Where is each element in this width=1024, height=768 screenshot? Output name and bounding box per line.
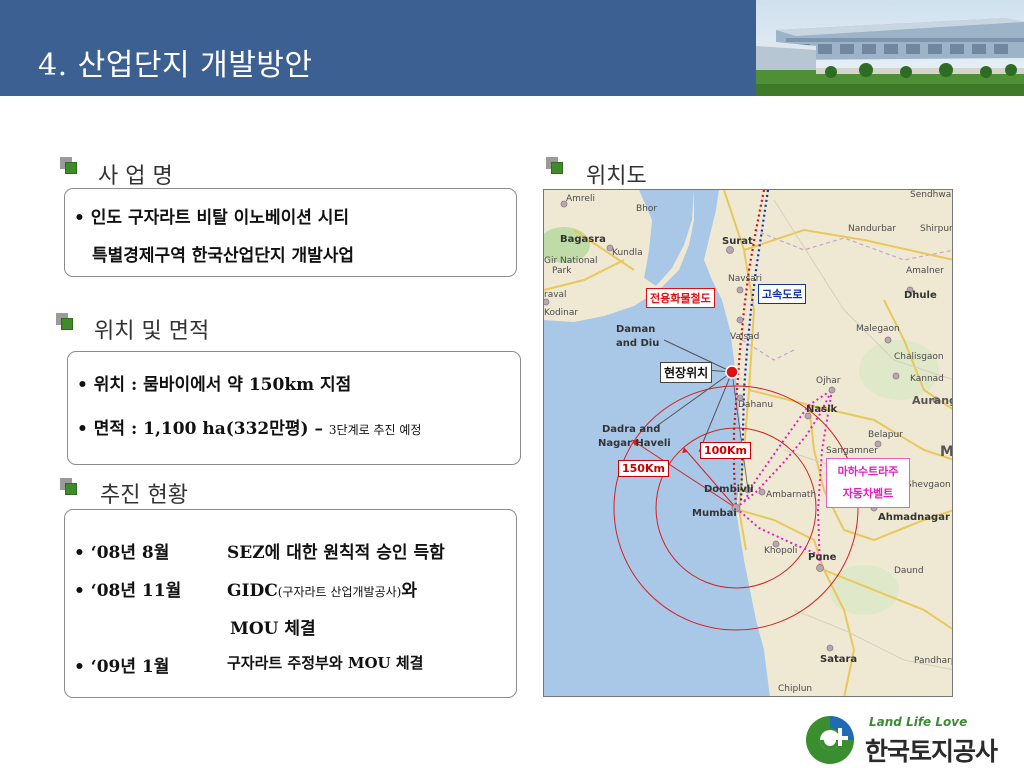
map-label-bhor: Bhor <box>636 204 658 214</box>
map-label-shevgaon: Shevgaon <box>906 480 951 490</box>
map-tag-100km: 100Km <box>700 442 751 459</box>
progress-box: • ‘08년 8월 SEZ에 대한 원칙적 승인 득함 • ‘08년 11월 G… <box>64 509 517 698</box>
map-label-malegaon: Malegaon <box>856 324 900 334</box>
logo-company-name: 한국토지공사 <box>865 737 998 766</box>
map-label-daund: Daund <box>894 566 924 576</box>
section-title-project-name: 사 업 명 <box>98 164 173 189</box>
map-label-sendhwa: Sendhwa <box>910 190 952 200</box>
location-map[interactable]: Amreli Bhor Bagasra Kundla Gir National … <box>543 189 953 697</box>
map-tag-freight-rail: 전용화물철도 <box>646 288 715 308</box>
map-label-sangamner: Sangamner <box>826 446 878 456</box>
progress-date-4: • ‘09년 1월 <box>74 657 170 677</box>
project-name-line-2: 특별경제구역 한국산업단지 개발사업 <box>92 246 355 266</box>
section-bullet-icon <box>546 157 564 175</box>
map-tag-site-location: 현장위치 <box>660 362 713 383</box>
map-label-ojhar: Ojhar <box>816 376 841 386</box>
section-bullet-icon <box>60 478 78 496</box>
area-note: 3단계로 추진 예정 <box>328 423 422 437</box>
map-tag-auto-belt-line-1: 마하수트라주 <box>837 465 899 478</box>
map-label-nagarhaveli: Nagar Haveli <box>598 438 671 449</box>
map-tag-auto-belt: 마하수트라주 자동차벨트 <box>826 458 910 508</box>
section-title-map: 위치도 <box>586 164 647 189</box>
map-tag-auto-belt-line-2: 자동차벨트 <box>842 487 894 500</box>
map-label-dhule: Dhule <box>904 290 937 301</box>
map-label-kannad: Kannad <box>910 374 944 384</box>
progress-date-1: • ‘08년 8월 <box>74 543 170 563</box>
page-title-text: 산업단지 개발방안 <box>77 48 313 83</box>
map-label-ahmadnagar: Ahmadnagar <box>878 512 950 523</box>
progress-desc-2-small: (구자라트 산업개발공사) <box>277 585 402 599</box>
map-label-navsari: Navsari <box>728 274 762 284</box>
location-line: • 위치 : 뭄바이에서 약 150km 지점 <box>77 375 352 395</box>
map-label-daman: Daman <box>616 324 656 335</box>
progress-desc-3: MOU 체결 <box>230 619 316 639</box>
map-label-park: Park <box>552 266 572 276</box>
map-label-dombivli: Dombivli <box>704 484 754 495</box>
map-label-amalner: Amalner <box>906 266 944 276</box>
lh-logo-icon <box>806 716 854 764</box>
page-title-number: 4. <box>38 48 68 83</box>
factory-photo <box>756 0 1024 96</box>
progress-date-2: • ‘08년 11월 <box>74 581 182 601</box>
map-label-shirpur: Shirpur <box>920 224 953 234</box>
progress-desc-2-tail: 와 <box>401 581 417 601</box>
map-label-khopoli: Khopoli <box>764 546 798 556</box>
area-line: • 면적 : 1,100 ha(332만평) – 3단계로 추진 예정 <box>77 414 421 439</box>
progress-desc-4: 구자라트 주정부와 MOU 체결 <box>227 654 424 672</box>
map-label-bagasra: Bagasra <box>560 234 606 245</box>
map-label-surat: Surat <box>722 236 753 247</box>
map-label-dahanu: Dahanu <box>738 400 774 410</box>
location-area-box: • 위치 : 뭄바이에서 약 150km 지점 • 면적 : 1,100 ha(… <box>67 351 521 465</box>
map-label-valsad: Valsad <box>730 332 760 342</box>
section-bullet-icon <box>60 157 78 175</box>
map-label-chalisgaon: Chalisgaon <box>894 352 944 362</box>
section-bullet-icon <box>56 313 74 331</box>
map-label-mumbai: Mumbai <box>692 508 737 519</box>
map-tag-highway: 고속도로 <box>758 284 807 304</box>
progress-desc-2-main: GIDC <box>227 581 278 601</box>
area-main: • 면적 : 1,100 ha(332만평) – <box>77 419 323 439</box>
section-title-progress: 추진 현황 <box>100 483 188 508</box>
map-label-kundla: Kundla <box>612 248 643 258</box>
project-name-line-1: • 인도 구자라트 비탈 이노베이션 시티 <box>74 208 350 228</box>
map-label-nasik: Nasik <box>806 404 838 415</box>
map-label-girnational: Gir National <box>544 256 598 266</box>
lh-logo: Land Life Love 한국토지공사 <box>800 710 1010 766</box>
page-title: 4. 산업단지 개발방안 <box>38 40 313 84</box>
map-label-m: M <box>940 444 953 460</box>
map-tag-150km: 150Km <box>618 460 669 477</box>
map-label-ambarnath: Ambarnath <box>766 490 817 500</box>
map-label-pandharp: Pandharp <box>914 656 953 666</box>
map-label-nandurbar: Nandurbar <box>848 224 896 234</box>
map-label-aurangabad: Auranga <box>912 394 952 407</box>
map-label-anddiu: and Diu <box>616 338 660 349</box>
section-title-location-area: 위치 및 면적 <box>94 319 210 344</box>
header-bar: 4. 산업단지 개발방안 <box>0 0 1024 96</box>
map-label-amreli: Amreli <box>566 194 595 204</box>
map-label-kodinar: Kodinar <box>544 308 579 318</box>
progress-desc-2: GIDC(구자라트 산업개발공사)와 <box>227 576 417 601</box>
map-label-dadra: Dadra and <box>602 424 661 435</box>
map-label-pune: Pune <box>808 552 837 563</box>
map-label-belapur: Belapur <box>868 430 903 440</box>
progress-desc-1: SEZ에 대한 원칙적 승인 득함 <box>227 543 445 563</box>
project-name-box: • 인도 구자라트 비탈 이노베이션 시티 특별경제구역 한국산업단지 개발사업 <box>64 188 517 277</box>
map-label-chiplun: Chiplun <box>778 684 813 694</box>
logo-slogan: Land Life Love <box>869 715 968 729</box>
map-label-satara: Satara <box>820 654 858 665</box>
map-label-raval: raval <box>544 290 567 300</box>
